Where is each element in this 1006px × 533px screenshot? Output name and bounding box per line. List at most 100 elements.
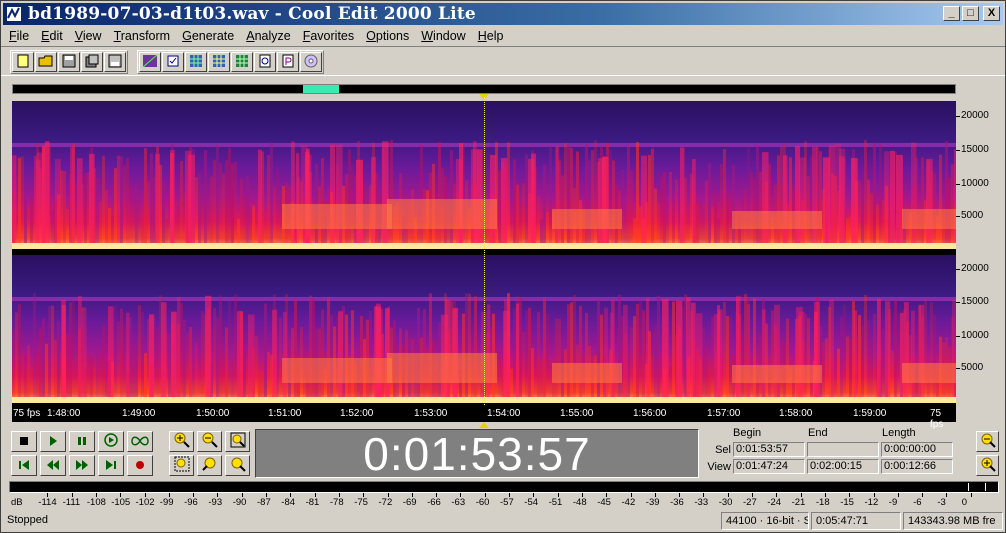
save-as-button[interactable]: [81, 52, 103, 72]
document-p-button[interactable]: [277, 52, 299, 72]
level-meter-tick: [533, 493, 535, 497]
overview-scrollbar[interactable]: [12, 84, 956, 94]
minimize-icon: _: [948, 7, 955, 19]
play-button[interactable]: [40, 431, 66, 452]
go-to-end-button[interactable]: [98, 455, 124, 476]
level-meter-tick: [776, 493, 778, 497]
go-to-end-icon: [105, 459, 117, 473]
zoom-in-button[interactable]: [169, 431, 194, 452]
level-meter-tick: [703, 493, 705, 497]
view-end-field[interactable]: 0:02:00:15: [807, 459, 879, 474]
level-meter-tick: [168, 493, 170, 497]
zoom-selection-icon: [174, 456, 190, 475]
menu-generate[interactable]: Generate: [176, 29, 240, 43]
spectral-view-button[interactable]: [139, 52, 161, 72]
level-meter-tick: [679, 493, 681, 497]
play-to-end-button[interactable]: [98, 431, 124, 452]
menu-file[interactable]: File: [3, 29, 35, 43]
grid-button-2[interactable]: [208, 52, 230, 72]
status-format: 44100 · 16-bit · Stereo: [721, 512, 809, 530]
level-meter-tick: [922, 493, 924, 497]
menu-favorites[interactable]: Favorites: [297, 29, 360, 43]
record-icon: [135, 459, 145, 473]
view-length-field[interactable]: 0:00:12:66: [881, 459, 953, 474]
level-meter-tick: [800, 493, 802, 497]
checkbox-icon: [166, 54, 180, 71]
playhead-cursor[interactable]: [484, 97, 485, 407]
hz-label: 15000: [961, 296, 989, 307]
vertical-zoom-out-button[interactable]: [976, 431, 999, 452]
menu-help[interactable]: Help: [472, 29, 510, 43]
close-icon: X: [987, 7, 996, 19]
rewind-button[interactable]: [40, 455, 66, 476]
save-all-button[interactable]: [104, 52, 126, 72]
document-q-icon: [258, 54, 272, 71]
stop-button[interactable]: [11, 431, 37, 452]
vertical-zoom-out-icon: [980, 432, 996, 451]
view-begin-field[interactable]: 0:01:47:24: [733, 459, 805, 474]
sel-length-field[interactable]: 0:00:00:00: [881, 442, 953, 457]
file-toolbar-group: [10, 50, 128, 74]
menu-options[interactable]: Options: [360, 29, 415, 43]
maximize-button[interactable]: □: [962, 6, 979, 21]
document-q-button[interactable]: [254, 52, 276, 72]
pause-button[interactable]: [69, 431, 95, 452]
overview-view-range[interactable]: [303, 85, 339, 93]
level-meter-tick: [727, 493, 729, 497]
zoom-right-button[interactable]: [225, 455, 250, 476]
minimize-button[interactable]: _: [943, 6, 960, 21]
level-meter-tick: [606, 493, 608, 497]
level-meter-label: -78: [329, 497, 344, 508]
level-meter-label: -57: [500, 497, 514, 508]
hz-label: 15000: [961, 144, 989, 155]
vertical-zoom-in-button[interactable]: [976, 455, 999, 476]
checkbox-button[interactable]: [162, 52, 184, 72]
level-meter-label: 0: [961, 497, 967, 508]
time-tick-label: 1:56:00: [633, 408, 667, 419]
menu-edit[interactable]: Edit: [35, 29, 69, 43]
menu-view[interactable]: View: [69, 29, 108, 43]
new-file-button[interactable]: [12, 52, 34, 72]
zoom-full-button[interactable]: [225, 431, 250, 452]
hz-tick: [956, 116, 960, 117]
level-meter-label: -48: [572, 497, 587, 508]
menu-transform[interactable]: Transform: [108, 29, 177, 43]
grid-blue-2-icon: [212, 54, 226, 71]
go-to-start-button[interactable]: [11, 455, 37, 476]
save-button[interactable]: [58, 52, 80, 72]
fast-forward-button[interactable]: [69, 455, 95, 476]
sel-end-field[interactable]: [807, 442, 879, 457]
grid-button-1[interactable]: [185, 52, 207, 72]
hz-tick: [956, 216, 960, 217]
zoom-out-button[interactable]: [197, 431, 222, 452]
zoom-to-selection-button[interactable]: [169, 455, 194, 476]
close-button[interactable]: X: [983, 6, 1000, 21]
time-tick-label: 1:57:00: [707, 408, 741, 419]
zoom-left-button[interactable]: [197, 455, 222, 476]
save-as-icon: [85, 54, 99, 71]
loop-button[interactable]: [127, 431, 153, 452]
time-ruler[interactable]: 75 fps 1:48:00 1:49:00 1:50:00 1:51:00 1…: [12, 405, 956, 430]
sel-begin-field[interactable]: 0:01:53:57: [733, 442, 805, 457]
level-meter-label: -99: [159, 497, 174, 508]
status-state: Stopped: [7, 514, 48, 526]
cool-edit-app-icon[interactable]: [6, 6, 22, 22]
cd-button[interactable]: [300, 52, 322, 72]
current-time: 0:01:53:57: [363, 427, 591, 480]
menu-window[interactable]: Window: [415, 29, 471, 43]
level-meter-label: -111: [62, 497, 81, 508]
level-meter-label: -3: [937, 497, 946, 508]
record-button[interactable]: [127, 455, 153, 476]
level-meter-label: -6: [913, 497, 922, 508]
level-meter-label: -9: [888, 497, 898, 508]
status-duration: 0:05:47:71: [811, 512, 901, 530]
sel-row-label: Sel: [715, 444, 731, 456]
level-meter-tick: [241, 493, 243, 497]
menu-analyze[interactable]: Analyze: [240, 29, 296, 43]
title-bar[interactable]: bd1989-07-03-d1t03.wav - Cool Edit 2000 …: [3, 3, 1003, 25]
open-button[interactable]: [35, 52, 57, 72]
grid-button-3[interactable]: [231, 52, 253, 72]
level-meter-tick: [314, 493, 316, 497]
level-meter-label: -24: [767, 497, 782, 508]
window-title: bd1989-07-03-d1t03.wav - Cool Edit 2000 …: [28, 4, 476, 24]
